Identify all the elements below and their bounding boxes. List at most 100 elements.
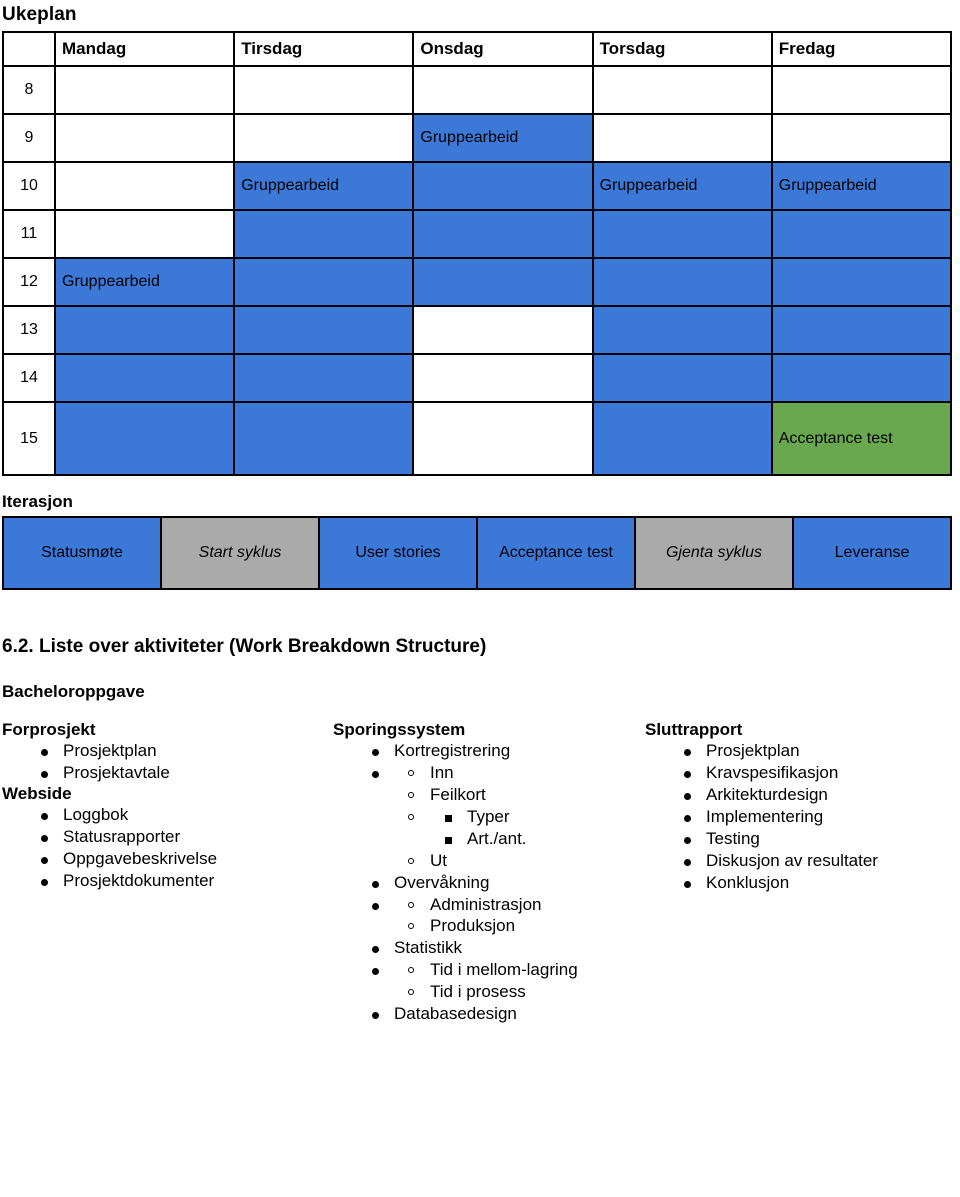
slot-torsdag-13 [591, 305, 773, 355]
wbs-item-label: Feilkort [430, 784, 486, 804]
wbs-column-sporingssystem: Sporingssystem Kortregistrering Inn Feilkor… [333, 720, 645, 1025]
wbs-item-label: Testing [706, 828, 760, 848]
slot-fredag-15: Acceptance test [770, 401, 952, 476]
iteration-cell-leveranse: Leveranse [792, 516, 952, 590]
wbs-group-heading-sporingssystem: Sporingssystem [333, 720, 466, 739]
wbs-item-label: Prosjektavtale [63, 762, 170, 782]
slot-fredag-8 [770, 65, 952, 115]
hour-label-11: 11 [2, 209, 56, 259]
wbs-subtree: Tid i mellom-lagring Tid i prosess [372, 959, 645, 1003]
slot-fredag-10: Gruppearbeid [770, 161, 952, 211]
hour-label-15: 15 [2, 401, 56, 476]
wbs-columns: Forprosjekt Prosjektplan Prosjektavtale Web… [0, 720, 960, 1025]
wbs-item-label: Implementering [706, 806, 824, 826]
wbs-item-label: Loggbok [63, 804, 129, 824]
wbs-column-forprosjekt: Forprosjekt Prosjektplan Prosjektavtale Web… [0, 720, 333, 892]
weekly-timetable: Mandag Tirsdag Onsdag Torsdag Fredag 89 G… [2, 31, 952, 476]
slot-mandag-13 [53, 305, 236, 355]
slot-mandag-10 [53, 161, 236, 211]
wbs-item-typer: Typer [445, 806, 645, 828]
slot-torsdag-15 [591, 401, 773, 476]
wbs-list-level-1: Loggbok Statusrapporter Oppgavebeskrivelse… [41, 804, 333, 892]
iteration-title: Iterasjon [2, 492, 73, 511]
slot-tirsdag-8 [233, 65, 415, 115]
timetable-row-12: 12 Gruppearbeid [2, 257, 952, 307]
iteration-row: Statusmøte Start syklus User stories Accept… [2, 516, 952, 590]
slot-torsdag-9 [591, 113, 773, 163]
hour-label-14: 14 [2, 353, 56, 403]
slot-torsdag-11 [591, 209, 773, 259]
wbs-item-label: Prosjektplan [63, 741, 157, 761]
wbs-item-label: Statistikk [394, 938, 463, 958]
timetable-row-9: 9 Gruppearbeid [2, 113, 952, 163]
slot-fredag-9 [770, 113, 952, 163]
timetable-header-row: Mandag Tirsdag Onsdag Torsdag Fredag [2, 31, 952, 67]
slot-tirsdag-11 [233, 209, 415, 259]
slot-onsdag-12 [412, 257, 594, 307]
wbs-column-sluttrapport: Sluttrapport Prosjektplan Kravspesifikasjo… [645, 720, 960, 894]
wbs-section-title: 6.2. Liste over aktiviteter (Work Breakd… [2, 636, 487, 657]
wbs-item-databasedesign: Databasedesign [372, 1003, 645, 1025]
wbs-list-level-3: Typer Art./ant. [445, 806, 645, 850]
timetable-row-15: 15 Acceptance test [2, 401, 952, 476]
wbs-item-statusrapporter: Statusrapporter [41, 826, 333, 848]
wbs-item-kravspesifikasjon: Kravspesifikasjon [684, 762, 960, 784]
slot-tirsdag-14 [233, 353, 415, 403]
wbs-item-ut: Ut [408, 850, 645, 872]
slot-tirsdag-13 [233, 305, 415, 355]
iteration-cell-acceptance-test: Acceptance test [476, 516, 636, 590]
iteration-cell-statusm-te: Statusmøte [2, 516, 162, 590]
day-header-tirsdag: Tirsdag [233, 31, 415, 67]
wbs-list-level-1: Prosjektplan Prosjektavtale [41, 740, 333, 784]
wbs-item-art-ant: Art./ant. [445, 828, 645, 850]
wbs-item-tid-i-prosess: Tid i prosess [408, 981, 645, 1003]
wbs-item-testing: Testing [684, 828, 960, 850]
wbs-item-label: Tid i mellom-lagring [430, 960, 578, 980]
wbs-group-heading-sluttrapport: Sluttrapport [645, 720, 743, 739]
wbs-item-label: Databasedesign [394, 1004, 517, 1024]
timetable-row-8: 8 [2, 65, 952, 115]
wbs-item-label: Oppgavebeskrivelse [63, 848, 218, 868]
hour-label-12: 12 [2, 257, 56, 307]
week-plan-title: Ukeplan [2, 4, 77, 25]
timetable-row-10: 10 Gruppearbeid Gruppearbeid Gruppearbeid [2, 161, 952, 211]
hour-label-10: 10 [2, 161, 56, 211]
slot-mandag-15 [53, 401, 236, 476]
wbs-item-prosjektplan: Prosjektplan [41, 740, 333, 762]
iteration-cell-gjenta-syklus: Gjenta syklus [634, 516, 794, 590]
slot-onsdag-9: Gruppearbeid [412, 113, 594, 163]
slot-torsdag-12 [591, 257, 773, 307]
slot-fredag-13 [770, 305, 952, 355]
slot-mandag-12: Gruppearbeid [53, 257, 236, 307]
wbs-item-statistikk: Statistikk [372, 937, 645, 959]
document-page: Ukeplan Mandag Tirsdag Onsdag Torsdag Fr… [0, 0, 960, 1197]
timetable-body: 8 9 Gruppearbeid 10 Gruppearbeid Gruppearbeid… [2, 65, 952, 476]
slot-onsdag-13 [412, 305, 594, 355]
slot-fredag-12 [770, 257, 952, 307]
wbs-list-level-2: Tid i mellom-lagring Tid i prosess [408, 959, 645, 1003]
wbs-item-label: Overvåkning [394, 872, 490, 892]
wbs-item-overv-kning: Overvåkning [372, 872, 645, 894]
wbs-item-prosjektplan: Prosjektplan [684, 740, 960, 762]
wbs-item-label: Statusrapporter [63, 826, 181, 846]
wbs-item-inn: Inn [408, 762, 645, 784]
slot-onsdag-14 [412, 353, 594, 403]
timetable-corner-cell [2, 31, 56, 67]
slot-onsdag-8 [412, 65, 594, 115]
slot-mandag-14 [53, 353, 236, 403]
hour-label-9: 9 [2, 113, 56, 163]
project-name: Bacheloroppgave [2, 682, 145, 701]
wbs-item-arkitekturdesign: Arkitekturdesign [684, 784, 960, 806]
day-header-fredag: Fredag [770, 31, 952, 67]
slot-mandag-11 [53, 209, 236, 259]
slot-fredag-14 [770, 353, 952, 403]
wbs-subtree: Typer Art./ant. [408, 806, 645, 850]
wbs-item-label: Kortregistrering [394, 741, 511, 761]
slot-torsdag-8 [591, 65, 773, 115]
wbs-item-oppgavebeskrivelse: Oppgavebeskrivelse [41, 848, 333, 870]
slot-mandag-8 [53, 65, 236, 115]
slot-tirsdag-15 [233, 401, 415, 476]
slot-onsdag-15 [412, 401, 594, 476]
wbs-item-label: Inn [430, 762, 454, 782]
wbs-list-level-1: Prosjektplan Kravspesifikasjon Arkitekturd… [684, 740, 960, 893]
